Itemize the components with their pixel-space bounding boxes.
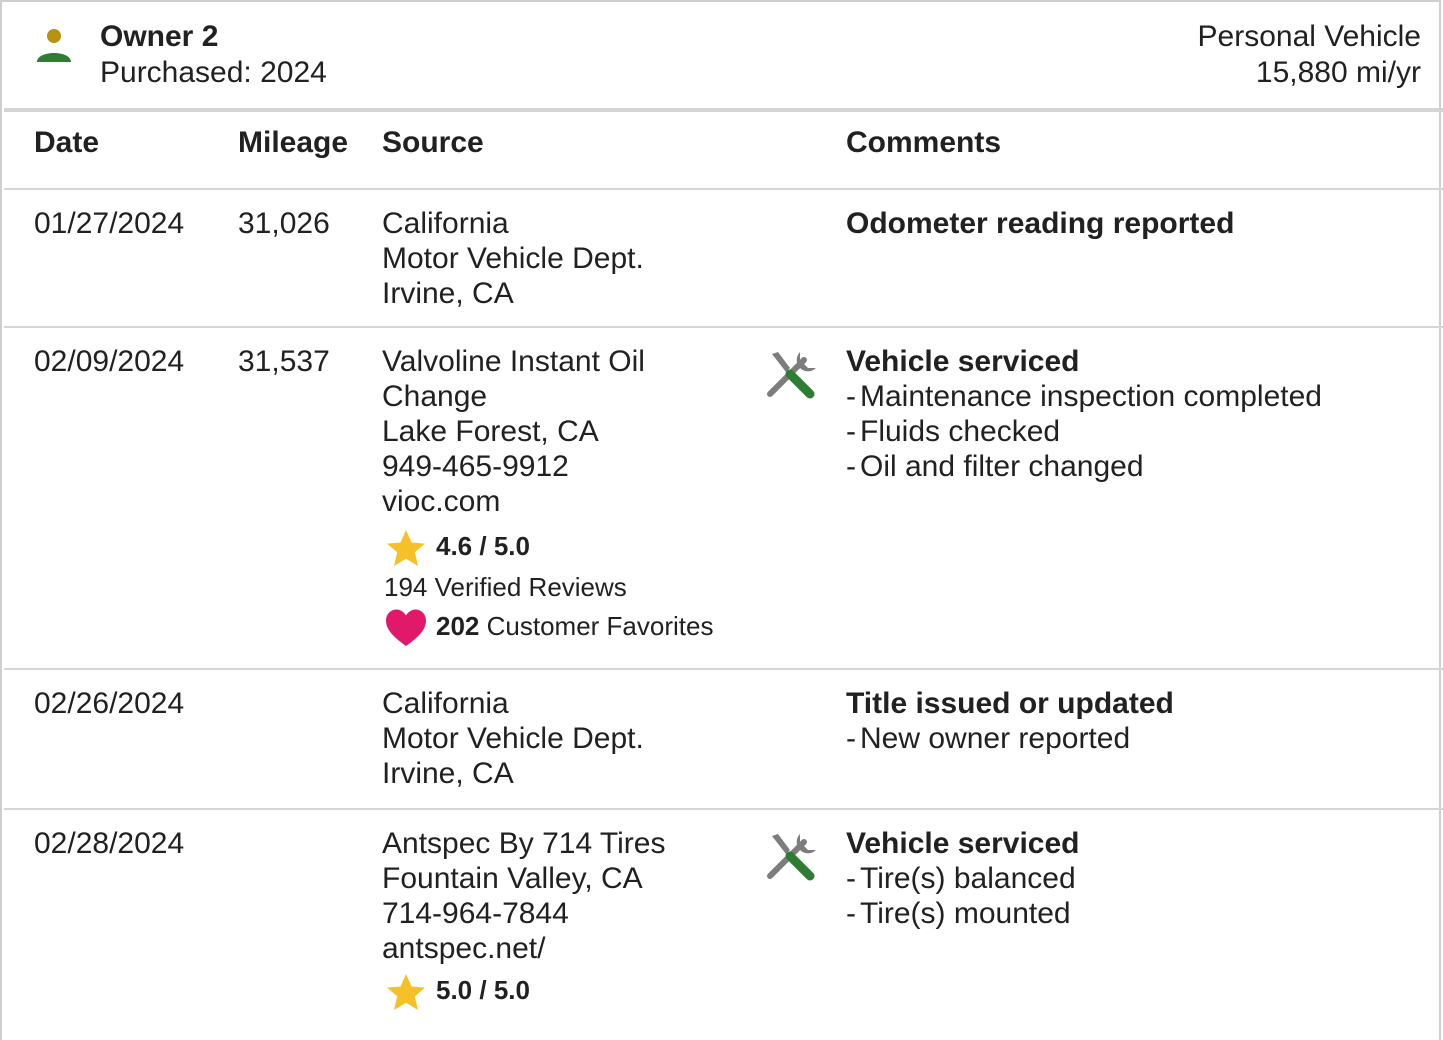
source-line: Irvine, CA	[382, 277, 514, 310]
comment-detail: - Tire(s) balanced	[846, 862, 1076, 895]
record-comments: Odometer reading reported	[846, 206, 1234, 241]
verified-reviews-link[interactable]: 194 Verified Reviews	[384, 572, 627, 603]
column-header-date: Date	[34, 126, 100, 159]
tools-icon	[767, 834, 816, 881]
source-phone[interactable]: 714-964-7844	[382, 896, 665, 931]
record-date: 02/09/2024	[34, 345, 185, 378]
row-divider	[4, 808, 1443, 810]
owner-header: Owner 2 Purchased: 2024 Personal Vehicle…	[4, 4, 1443, 112]
column-header-mileage: Mileage	[238, 126, 349, 159]
owner-purchased: Purchased: 2024	[100, 56, 327, 89]
favorites-count: 202	[436, 610, 480, 641]
comment-detail: - New owner reported	[846, 722, 1131, 755]
source-line: Antspec By 714 Tires	[382, 827, 666, 860]
source-line: Change	[382, 380, 488, 413]
record-source: California Motor Vehicle Dept. Irvine, C…	[382, 686, 644, 791]
column-header-comments: Comments	[846, 126, 1002, 159]
star-icon	[387, 974, 425, 1010]
record-mileage: 31,537	[238, 345, 330, 378]
record-date: 01/27/2024	[34, 207, 185, 240]
customer-favorites: 202 Customer Favorites	[384, 608, 713, 648]
comment-title: Vehicle serviced	[846, 827, 1080, 860]
source-phone[interactable]: 949-465-9912	[382, 449, 645, 484]
vehicle-type: Personal Vehicle	[1197, 20, 1421, 53]
comment-title: Odometer reading reported	[846, 207, 1235, 240]
vehicle-usage: 15,880 mi/yr	[1255, 56, 1421, 89]
record-source: California Motor Vehicle Dept. Irvine, C…	[382, 206, 644, 311]
favorites-label: Customer Favorites	[479, 610, 714, 641]
source-line: Motor Vehicle Dept.	[382, 242, 644, 275]
person-icon	[37, 29, 71, 62]
source-line: Irvine, CA	[382, 757, 514, 790]
shop-rating: 5.0 / 5.0	[384, 972, 530, 1012]
shop-rating: 4.6 / 5.0	[384, 528, 530, 568]
source-line: Motor Vehicle Dept.	[382, 722, 644, 755]
source-website-link[interactable]: vioc.com	[382, 484, 645, 519]
record-comments: Title issued or updated - New owner repor…	[846, 686, 1174, 756]
record-comments: Vehicle serviced - Maintenance inspection…	[846, 344, 1322, 484]
comment-detail: - Tire(s) mounted	[846, 897, 1071, 930]
rating-value: 5.0 / 5.0	[436, 974, 530, 1005]
star-icon	[387, 530, 425, 566]
comment-detail: - Oil and filter changed	[846, 450, 1144, 483]
source-line: Lake Forest, CA	[382, 415, 599, 448]
record-source: Antspec By 714 Tires Fountain Valley, CA…	[382, 826, 665, 966]
owner-name: Owner 2	[100, 20, 219, 53]
source-website-link[interactable]: antspec.net/	[382, 931, 665, 966]
source-line: Fountain Valley, CA	[382, 862, 643, 895]
record-date: 02/28/2024	[34, 827, 185, 860]
row-divider	[4, 326, 1443, 328]
tools-icon	[767, 352, 816, 399]
record-source: Valvoline Instant Oil Change Lake Forest…	[382, 344, 645, 519]
source-line: California	[382, 207, 509, 240]
record-date: 02/26/2024	[34, 687, 185, 720]
row-divider	[4, 668, 1443, 670]
record-comments: Vehicle serviced - Tire(s) balanced - Tire…	[846, 826, 1080, 931]
column-header-source: Source	[382, 126, 484, 159]
record-mileage: 31,026	[238, 207, 330, 240]
history-panel: Owner 2 Purchased: 2024 Personal Vehicle…	[0, 0, 1443, 1040]
header-divider	[4, 188, 1443, 190]
comment-title: Title issued or updated	[846, 687, 1174, 720]
source-line: California	[382, 687, 509, 720]
heart-icon	[386, 609, 426, 646]
source-line: Valvoline Instant Oil	[382, 345, 645, 378]
comment-detail: - Fluids checked	[846, 415, 1061, 448]
rating-value: 4.6 / 5.0	[436, 530, 530, 561]
comment-detail: - Maintenance inspection completed	[846, 380, 1322, 413]
comment-title: Vehicle serviced	[846, 345, 1080, 378]
